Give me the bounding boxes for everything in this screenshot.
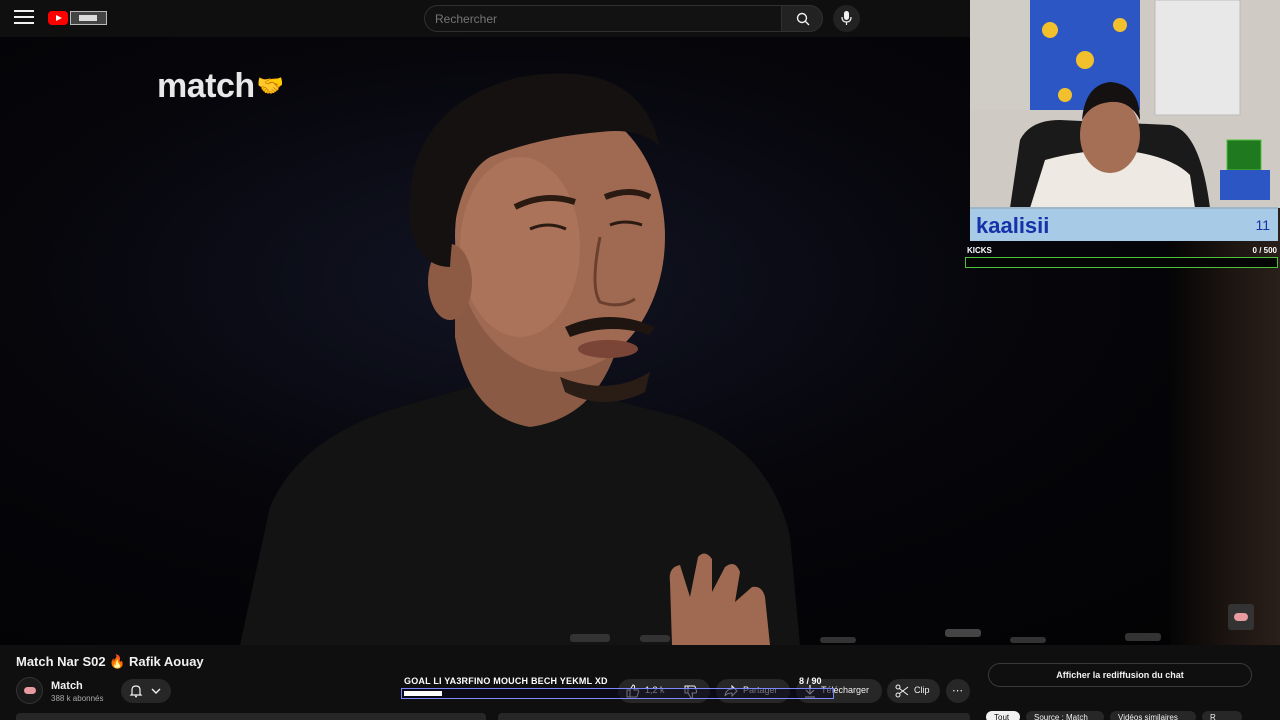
video-title: Match Nar S02 🔥 Rafik Aouay <box>16 654 204 669</box>
stream-goal-label: GOAL LI YA3RFINO MOUCH BECH YEKML XD <box>404 676 608 686</box>
bell-icon <box>129 685 143 698</box>
description-box[interactable] <box>16 713 486 720</box>
channel-avatar[interactable] <box>16 677 43 704</box>
more-actions-button[interactable]: ⋯ <box>946 679 970 703</box>
kicks-label: KICKS <box>967 246 992 255</box>
streamer-webcam <box>970 0 1280 208</box>
filter-chip-similar[interactable]: Vidéos similaires <box>1110 711 1196 720</box>
chevron-down-icon <box>151 688 161 694</box>
microphone-icon <box>841 11 852 25</box>
filter-chip-more[interactable]: R <box>1202 711 1242 720</box>
stream-goal-progress-fill <box>404 691 442 696</box>
channel-name[interactable]: Match <box>51 680 83 692</box>
show-chat-replay-button[interactable]: Afficher la rediffusion du chat <box>988 663 1252 687</box>
webcam-scene <box>970 0 1280 208</box>
youtube-logo[interactable] <box>48 11 108 25</box>
channel-watermark-icon[interactable] <box>1228 604 1254 630</box>
subscriber-count: 388 k abonnés <box>51 694 104 703</box>
streamer-name: kaalisii <box>976 213 1050 238</box>
stream-goal-progress-bar <box>401 688 834 699</box>
match-channel-logo: match🤝 <box>157 67 284 105</box>
filter-chip-all[interactable]: Tout <box>986 711 1020 720</box>
description-box-secondary[interactable] <box>498 713 970 720</box>
youtube-play-icon <box>48 11 68 25</box>
more-icon: ⋯ <box>952 685 963 697</box>
kicks-progress-bar <box>965 257 1278 268</box>
search-input[interactable] <box>424 5 782 32</box>
voice-search-button[interactable] <box>833 5 860 32</box>
clip-button[interactable]: Clip <box>887 679 940 703</box>
hamburger-menu-icon[interactable] <box>14 10 34 26</box>
streamer-count: 11 <box>1255 217 1270 233</box>
streamer-name-bar: kaalisii 11 <box>970 207 1278 241</box>
kicks-count: 0 / 500 <box>1252 246 1277 255</box>
top-bar <box>0 0 970 37</box>
search-icon <box>796 12 810 26</box>
stream-goal-count: 8 / 90 <box>799 676 822 686</box>
search-button[interactable] <box>781 5 823 32</box>
filter-chip-source[interactable]: Source : Match <box>1026 711 1104 720</box>
premium-badge-icon <box>70 11 107 25</box>
scissors-icon <box>895 684 909 698</box>
subscription-bell-button[interactable] <box>121 679 171 703</box>
